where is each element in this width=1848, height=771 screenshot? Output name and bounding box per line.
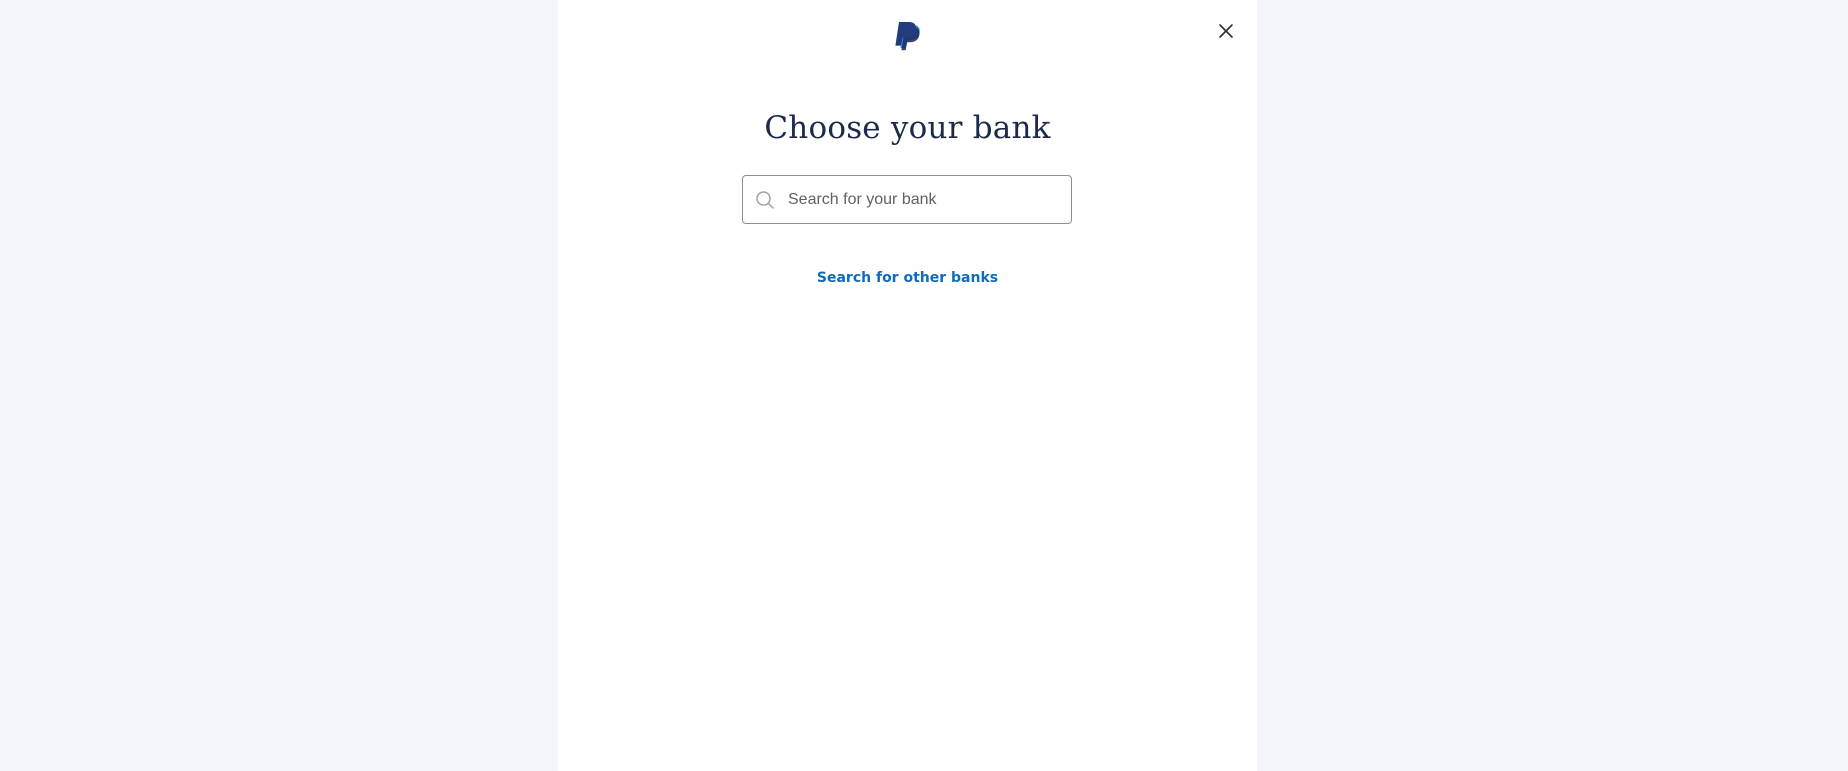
bank-selection-panel: Choose your bank Search for other banks (558, 0, 1257, 771)
close-button[interactable] (1214, 19, 1238, 43)
search-input[interactable] (788, 176, 1058, 223)
search-icon (755, 190, 775, 210)
paypal-logo-icon (893, 21, 923, 53)
search-other-banks-link[interactable]: Search for other banks (558, 268, 1257, 288)
search-field[interactable] (742, 175, 1072, 224)
close-icon (1219, 24, 1233, 38)
page-title: Choose your bank (764, 110, 1051, 146)
